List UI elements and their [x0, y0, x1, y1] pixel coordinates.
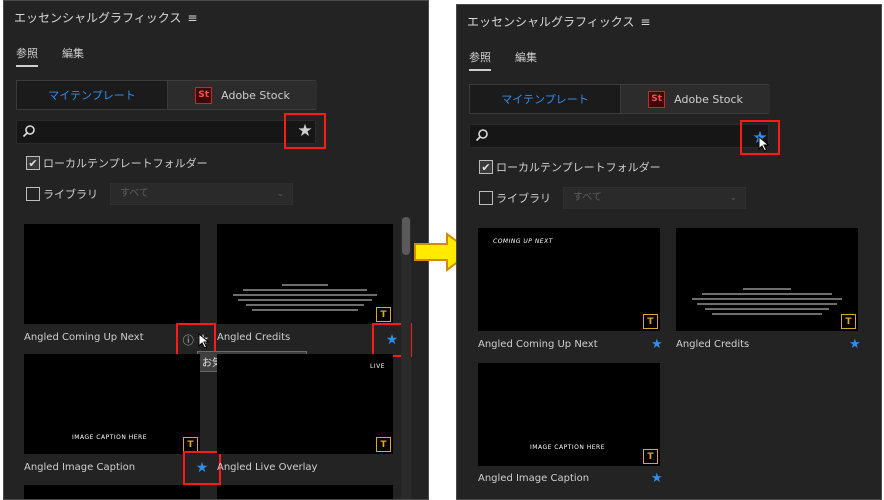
template-thumbnail[interactable]: T — [676, 228, 858, 331]
star-filled-icon[interactable]: ★ — [386, 332, 399, 348]
caption-text: COMING UP NEXT — [493, 238, 553, 245]
template-thumbnail[interactable] — [217, 485, 393, 499]
template-thumbnail[interactable] — [24, 485, 200, 499]
local-folder-checkbox-row[interactable]: ✔ ローカルテンプレートフォルダー — [479, 159, 661, 175]
source-toggle: マイテンプレート St Adobe Stock — [16, 80, 317, 110]
mouse-cursor-icon — [198, 333, 210, 349]
library-label: ライブラリ — [43, 188, 98, 201]
scrollbar-thumb[interactable] — [402, 217, 410, 255]
my-templates-button[interactable]: マイテンプレート — [17, 81, 167, 109]
caption-text: IMAGE CAPTION HERE — [530, 444, 606, 451]
chevron-down-icon: ⌄ — [729, 193, 737, 203]
favorites-filter-button[interactable]: ★ — [284, 113, 326, 149]
template-name: Angled Image Caption — [478, 473, 590, 484]
library-label: ライブラリ — [496, 192, 551, 205]
my-templates-button[interactable]: マイテンプレート — [470, 85, 620, 113]
panel-menu-icon[interactable]: ≡ — [187, 11, 197, 25]
template-name: Angled Live Overlay — [217, 462, 318, 473]
checkbox-checked-icon[interactable]: ✔ — [479, 160, 493, 174]
template-name: Angled Coming Up Next — [478, 339, 598, 350]
text-badge-icon: T — [376, 437, 391, 452]
search-icon — [475, 129, 488, 142]
local-folder-checkbox-row[interactable]: ✔ ローカルテンプレートフォルダー — [26, 155, 208, 171]
essential-graphics-panel-after: エッセンシャルグラフィックス ≡ 参照 編集 マイテンプレート St Adobe S… — [456, 4, 882, 500]
text-badge-icon: T — [183, 437, 198, 452]
template-thumbnail[interactable]: LIVE T — [217, 354, 393, 454]
caption-text: IMAGE CAPTION HERE — [72, 434, 148, 441]
favorite-button-highlight[interactable]: ★ — [183, 451, 221, 485]
template-name: Angled Coming Up Next — [24, 332, 144, 343]
star-filled-icon[interactable]: ★ — [651, 337, 663, 352]
text-badge-icon: T — [376, 307, 391, 322]
tab-edit[interactable]: 編集 — [62, 45, 84, 61]
mouse-cursor-icon — [758, 136, 770, 152]
text-badge-icon: T — [643, 314, 658, 329]
adobe-stock-button[interactable]: St Adobe Stock — [167, 81, 317, 109]
checkbox-unchecked-icon[interactable] — [479, 191, 493, 205]
search-icon — [22, 125, 35, 138]
checkbox-checked-icon[interactable]: ✔ — [26, 156, 40, 170]
panel-title: エッセンシャルグラフィックス ≡ — [14, 11, 198, 25]
template-name: Angled Credits — [217, 332, 291, 343]
panel-title: エッセンシャルグラフィックス ≡ — [467, 15, 651, 29]
star-filled-icon[interactable]: ★ — [849, 337, 861, 352]
info-icon[interactable]: ⓘ — [183, 332, 194, 348]
template-name: Angled Credits — [676, 339, 750, 350]
adobe-stock-logo-icon: St — [648, 90, 666, 108]
adobe-stock-button[interactable]: St Adobe Stock — [620, 85, 770, 113]
adobe-stock-logo-icon: St — [195, 86, 213, 104]
panel-menu-icon[interactable]: ≡ — [640, 15, 650, 29]
template-thumbnail[interactable]: COMING UP NEXT T — [478, 228, 660, 331]
star-filled-icon[interactable]: ★ — [651, 471, 663, 486]
template-thumbnail[interactable]: IMAGE CAPTION HERE T — [24, 354, 200, 454]
tab-browse[interactable]: 参照 — [469, 49, 491, 71]
template-thumbnail[interactable]: IMAGE CAPTION HERE T — [478, 363, 660, 466]
adobe-stock-label: Adobe Stock — [674, 92, 743, 106]
scrollbar-track[interactable] — [401, 217, 411, 499]
template-thumbnail[interactable]: T — [217, 224, 393, 324]
local-folder-label: ローカルテンプレートフォルダー — [43, 157, 208, 170]
checkbox-unchecked-icon[interactable] — [26, 187, 40, 201]
template-name: Angled Image Caption — [24, 462, 136, 473]
library-checkbox-row[interactable]: ライブラリ — [26, 186, 98, 202]
star-filled-icon[interactable]: ★ — [196, 460, 209, 476]
credits-preview — [227, 284, 383, 318]
local-folder-label: ローカルテンプレートフォルダー — [496, 161, 661, 174]
live-text: LIVE — [369, 363, 385, 370]
essential-graphics-panel-before: エッセンシャルグラフィックス ≡ 参照 編集 マイテンプレート St Adobe S… — [3, 0, 429, 500]
tab-browse[interactable]: 参照 — [16, 45, 38, 67]
chevron-down-icon: ⌄ — [276, 189, 284, 199]
credits-preview — [686, 288, 848, 322]
text-badge-icon: T — [841, 314, 856, 329]
source-toggle: マイテンプレート St Adobe Stock — [469, 84, 770, 114]
template-thumbnail[interactable] — [24, 224, 200, 324]
search-input[interactable] — [16, 120, 316, 144]
tab-edit[interactable]: 編集 — [515, 49, 537, 65]
library-select[interactable]: すべて ⌄ — [110, 183, 293, 205]
adobe-stock-label: Adobe Stock — [221, 88, 290, 102]
text-badge-icon: T — [643, 449, 658, 464]
library-select[interactable]: すべて ⌄ — [563, 187, 746, 209]
library-checkbox-row[interactable]: ライブラリ — [479, 190, 551, 206]
search-input[interactable] — [469, 124, 769, 148]
star-outline-icon: ★ — [297, 121, 313, 141]
